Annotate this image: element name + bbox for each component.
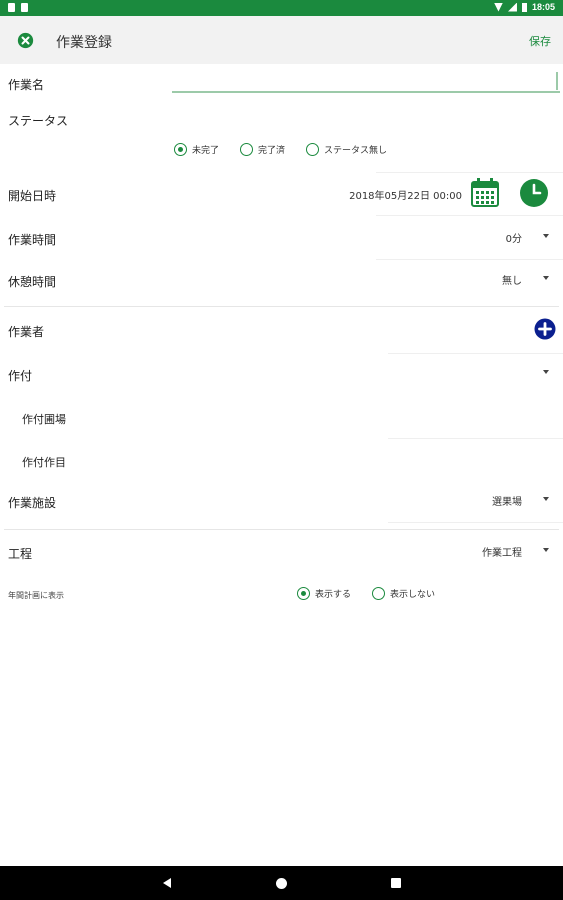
chevron-down-icon[interactable]	[543, 370, 549, 374]
radio-empty-icon	[240, 143, 253, 156]
radio-empty-icon	[306, 143, 319, 156]
radio-label: 未完了	[192, 146, 220, 156]
chevron-down-icon[interactable]	[543, 234, 549, 238]
planting-item-label: 作付作目	[22, 456, 66, 469]
radio-selected-icon	[174, 143, 187, 156]
process-value[interactable]: 作業工程	[430, 544, 522, 559]
text-cursor	[556, 72, 558, 90]
radio-label: 表示する	[315, 590, 352, 600]
recent-apps-icon[interactable]	[391, 878, 401, 888]
status-label: ステータス	[8, 114, 69, 128]
work-time-label: 作業時間	[8, 233, 57, 247]
close-circle-icon[interactable]	[17, 32, 34, 49]
divider	[376, 172, 563, 173]
status-time: 18:05	[531, 2, 555, 12]
start-datetime-label: 開始日時	[8, 189, 57, 203]
chevron-down-icon[interactable]	[543, 497, 549, 501]
section-divider	[4, 529, 559, 530]
status-radio-complete[interactable]: 完了済	[240, 143, 285, 156]
annual-plan-label: 年間計画に表示	[8, 591, 64, 600]
signal-icon	[507, 2, 517, 12]
home-icon[interactable]	[276, 878, 287, 889]
calendar-icon[interactable]	[471, 178, 499, 207]
add-circle-icon[interactable]	[534, 318, 556, 340]
divider	[376, 259, 563, 260]
facility-label: 作業施設	[8, 496, 57, 510]
status-bar: 18:05	[0, 0, 563, 16]
back-icon[interactable]	[163, 878, 171, 888]
sd-card-icon	[8, 3, 15, 12]
break-time-label: 休憩時間	[8, 275, 57, 289]
work-time-value[interactable]: 0分	[440, 230, 522, 245]
wifi-icon	[493, 2, 503, 12]
status-bar-right: 18:05	[493, 2, 555, 12]
facility-value[interactable]: 選果場	[440, 493, 522, 508]
worker-label: 作業者	[8, 325, 45, 339]
divider	[388, 438, 563, 439]
process-label: 工程	[8, 547, 33, 561]
save-button[interactable]: 保存	[529, 33, 551, 49]
divider	[388, 353, 563, 354]
radio-label: 完了済	[258, 146, 286, 156]
work-name-input[interactable]	[172, 70, 560, 92]
notification-icon	[21, 3, 28, 12]
radio-label: ステータス無し	[324, 146, 388, 156]
annual-plan-radio-show[interactable]: 表示する	[297, 587, 351, 600]
break-time-value[interactable]: 無し	[440, 272, 522, 287]
page-title: 作業登録	[56, 35, 112, 51]
planting-label: 作付	[8, 369, 33, 383]
divider	[376, 215, 563, 216]
annual-plan-radio-hide[interactable]: 表示しない	[372, 587, 435, 600]
notification-icons	[8, 3, 28, 12]
planting-field-label: 作付圃場	[22, 413, 66, 426]
chevron-down-icon[interactable]	[543, 276, 549, 280]
divider	[388, 522, 563, 523]
clock-icon[interactable]	[519, 178, 549, 208]
work-name-underline	[172, 91, 560, 93]
section-divider	[4, 306, 559, 307]
radio-empty-icon	[372, 587, 385, 600]
radio-label: 表示しない	[390, 590, 436, 600]
app-bar: 作業登録 保存	[0, 16, 563, 64]
status-radio-incomplete[interactable]: 未完了	[174, 143, 219, 156]
navigation-bar	[0, 866, 563, 900]
radio-selected-icon	[297, 587, 310, 600]
chevron-down-icon[interactable]	[543, 548, 549, 552]
battery-icon	[521, 2, 527, 12]
status-radio-none[interactable]: ステータス無し	[306, 143, 387, 156]
work-name-label: 作業名	[8, 78, 45, 92]
start-datetime-value[interactable]: 2018年05月22日 00:00	[300, 187, 462, 202]
